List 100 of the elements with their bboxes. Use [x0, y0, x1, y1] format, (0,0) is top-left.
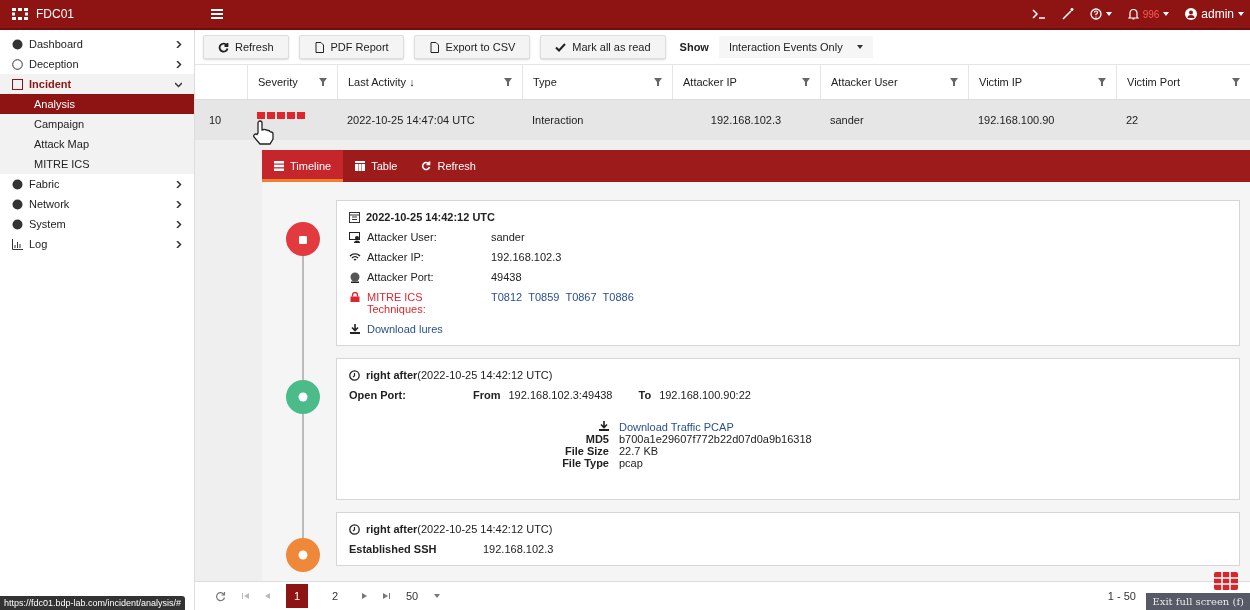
- table-cell-text: 2022-10-25 14:47:04 UTC: [346, 113, 476, 128]
- table-cell-text: 192.168.102.3: [709, 113, 783, 128]
- field-icon: [349, 232, 361, 243]
- field-icon: [349, 272, 361, 283]
- tab[interactable]: Refresh: [409, 150, 488, 182]
- field-icon: [349, 252, 361, 263]
- column-header[interactable]: Severity: [247, 65, 337, 99]
- sidebar-subitem[interactable]: Analysis: [0, 94, 194, 114]
- document-icon: [313, 41, 325, 53]
- column-header[interactable]: Victim IP: [968, 65, 1116, 99]
- toolbar-button[interactable]: Refresh: [203, 35, 289, 59]
- technique-link[interactable]: T0812: [491, 291, 523, 303]
- grid-logo-icon: [12, 8, 28, 20]
- field-value: 192.168.102.3:49438: [508, 389, 613, 401]
- column-header[interactable]: Attacker User: [820, 65, 968, 99]
- toolbar-button[interactable]: Mark all as read: [540, 35, 666, 59]
- filter-icon[interactable]: [950, 78, 958, 86]
- user-icon[interactable]: [1185, 8, 1198, 20]
- column-header[interactable]: Victim Port: [1116, 65, 1250, 99]
- field-label: Attacker IP:: [367, 251, 425, 263]
- field-value: 192.168.102.3: [483, 543, 554, 555]
- show-filter-dropdown[interactable]: Interaction Events Only: [718, 36, 873, 58]
- app-title: FDC01: [36, 7, 74, 21]
- caret-icon: [434, 594, 441, 598]
- column-header[interactable]: Type: [522, 65, 672, 99]
- menu-item-icon: [12, 198, 23, 210]
- sidebar-subitem[interactable]: MITRE ICS: [0, 154, 194, 174]
- chevron-icon: [175, 80, 182, 88]
- filter-icon[interactable]: [1232, 78, 1240, 86]
- wand-icon[interactable]: [1061, 8, 1074, 20]
- page-button[interactable]: 1: [286, 584, 308, 608]
- bell-icon[interactable]: [1127, 8, 1139, 20]
- menu-item-icon: [12, 238, 23, 250]
- toolbar-button[interactable]: PDF Report: [298, 35, 404, 59]
- field-label: From: [473, 389, 501, 401]
- chevron-icon: [175, 60, 182, 68]
- grid-icon[interactable]: [1214, 572, 1238, 590]
- caret-icon: [856, 45, 863, 49]
- menu-item-icon: [12, 218, 23, 230]
- field-value: 49438: [491, 271, 522, 283]
- terminal-icon[interactable]: [1031, 9, 1046, 19]
- sidebar-subitem[interactable]: Attack Map: [0, 134, 194, 154]
- table-icon: [355, 161, 366, 171]
- sidebar-item[interactable]: Dashboard: [0, 34, 194, 54]
- toolbar-button[interactable]: Export to CSV: [413, 35, 531, 59]
- document-icon: [428, 41, 440, 53]
- help-icon[interactable]: [1089, 8, 1102, 20]
- sidebar-subitem[interactable]: Campaign: [0, 114, 194, 134]
- sidebar-item[interactable]: Network: [0, 194, 194, 214]
- caret-icon[interactable]: [1238, 12, 1244, 16]
- filter-icon[interactable]: [802, 78, 810, 86]
- sidebar-item[interactable]: Fabric: [0, 174, 194, 194]
- page-size-dropdown[interactable]: 50: [406, 590, 441, 602]
- refresh-icon[interactable]: [215, 590, 226, 602]
- tab[interactable]: Timeline: [262, 150, 344, 182]
- filter-icon[interactable]: [504, 78, 512, 86]
- menu-item-icon: [12, 178, 23, 190]
- table-cell-text: 192.168.100.90: [977, 113, 1056, 128]
- caret-icon[interactable]: [1105, 12, 1112, 16]
- table-cell-text: 22: [1125, 113, 1140, 128]
- filter-icon[interactable]: [1098, 78, 1106, 86]
- clock-icon: [349, 523, 360, 535]
- caret-icon[interactable]: [1163, 12, 1170, 16]
- download-lures-link[interactable]: Download lures: [367, 323, 443, 335]
- field-label: To: [638, 389, 652, 401]
- file-info-value: pcap: [619, 457, 643, 469]
- chevron-icon: [175, 40, 182, 48]
- chevron-icon: [175, 180, 182, 188]
- technique-link[interactable]: T0859: [528, 291, 560, 303]
- event-time: right after(2022-10-25 14:42:12 UTC): [366, 523, 553, 535]
- menu-item-icon: [12, 78, 23, 90]
- next-page-icon[interactable]: [362, 593, 367, 599]
- page-range: 1 - 50: [1107, 590, 1136, 602]
- refresh-icon: [218, 41, 229, 53]
- menu-icon[interactable]: [211, 9, 223, 19]
- sidebar-item[interactable]: Log: [0, 234, 194, 254]
- technique-link[interactable]: T0867: [565, 291, 597, 303]
- download-icon: [349, 324, 361, 334]
- tab[interactable]: Table: [343, 150, 410, 182]
- file-info-value: b700a1e29607f772b22d07d0a9b16318: [619, 433, 812, 445]
- download-pcap-link[interactable]: Download Traffic PCAP: [619, 421, 734, 433]
- column-header[interactable]: Last Activity ↓: [337, 65, 522, 99]
- field-value: 192.168.100.90:22: [659, 389, 751, 401]
- last-page-icon[interactable]: [383, 593, 390, 599]
- check-icon: [555, 41, 567, 53]
- page-button[interactable]: 2: [324, 584, 346, 608]
- file-info-label: MD5: [584, 433, 609, 445]
- file-info-label: File Type: [561, 457, 609, 469]
- technique-link[interactable]: T0886: [602, 291, 634, 303]
- filter-icon[interactable]: [654, 78, 662, 86]
- lock-icon: [349, 292, 361, 302]
- menu-item-icon: [12, 58, 23, 70]
- sidebar-item[interactable]: Deception: [0, 54, 194, 74]
- sidebar-item[interactable]: Incident: [0, 74, 194, 94]
- sidebar-item[interactable]: System: [0, 214, 194, 234]
- filter-icon[interactable]: [319, 78, 327, 86]
- user-menu[interactable]: admin: [1201, 7, 1234, 21]
- field-value: 192.168.102.3: [491, 251, 562, 263]
- column-header[interactable]: Attacker IP: [672, 65, 820, 99]
- refresh-icon: [421, 161, 432, 171]
